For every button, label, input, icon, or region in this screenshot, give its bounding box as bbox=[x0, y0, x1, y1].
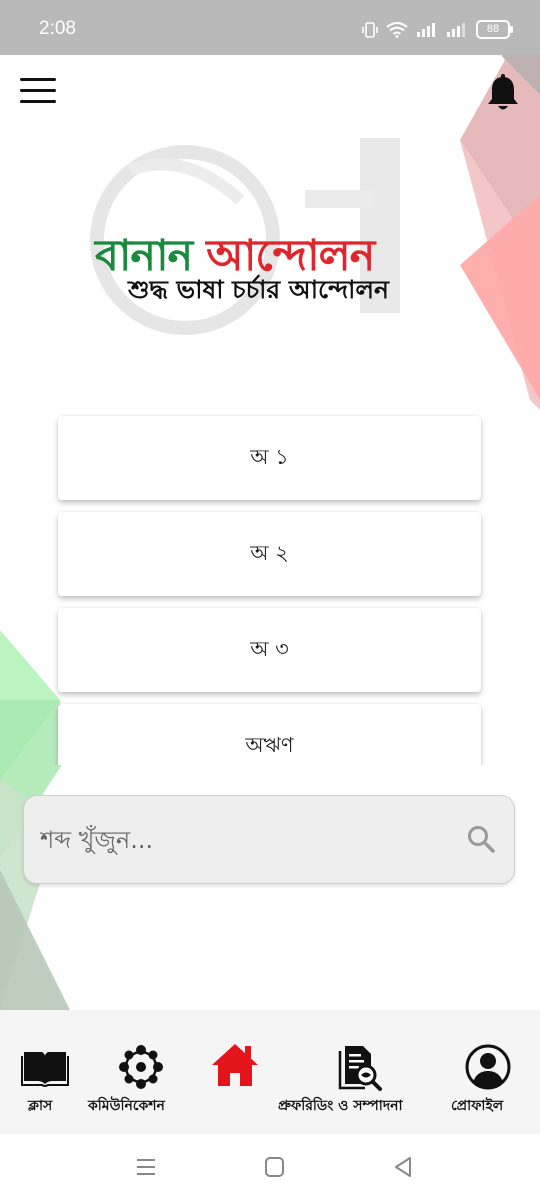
status-icons: 88 bbox=[362, 20, 513, 39]
list-item-label: অ ৩ bbox=[250, 636, 289, 661]
search-bar bbox=[23, 795, 515, 884]
system-navigation-bar bbox=[0, 1134, 540, 1200]
bell-icon[interactable] bbox=[485, 73, 521, 113]
hamburger-menu-icon[interactable] bbox=[20, 78, 56, 108]
back-icon[interactable] bbox=[390, 1154, 418, 1180]
nav-label: প্রোফাইল bbox=[451, 1098, 504, 1114]
book-icon bbox=[21, 1052, 69, 1087]
app-screen: 2:08 88 বানান আন্দোলন শুদ্ধ ভাষা চর্চার … bbox=[0, 0, 540, 1200]
word-list: অ ১ অ ২ অ ৩ অঋণ bbox=[0, 0, 540, 765]
list-item-label: অঋণ bbox=[245, 732, 294, 757]
vibrate-icon bbox=[362, 21, 378, 38]
profile-icon bbox=[465, 1044, 511, 1090]
list-item-label: অ ২ bbox=[250, 540, 289, 565]
list-item[interactable]: অঋণ bbox=[58, 704, 481, 765]
recent-apps-icon[interactable] bbox=[132, 1154, 160, 1180]
status-time: 2:08 bbox=[39, 18, 76, 39]
nav-label: কমিউনিকেশন bbox=[88, 1098, 165, 1114]
network-icon bbox=[119, 1045, 163, 1089]
nav-item-proofreading[interactable]: প্রুফরিডিং ও সম্পাদনা bbox=[278, 1010, 438, 1134]
home-button-icon[interactable] bbox=[261, 1154, 289, 1180]
list-item[interactable]: অ ২ bbox=[58, 512, 481, 596]
nav-item-profile[interactable]: প্রোফাইল bbox=[445, 1010, 540, 1134]
signal-icon bbox=[417, 22, 435, 37]
nav-item-home[interactable] bbox=[200, 1010, 270, 1134]
bottom-navigation: ক্লাস কমিউনিকেশন প্রুফরিডিং ও সম্পাদনা প… bbox=[0, 1010, 540, 1134]
status-bar: 2:08 88 bbox=[0, 0, 540, 55]
wifi-icon bbox=[386, 21, 408, 38]
nav-label: ক্লাস bbox=[28, 1098, 53, 1114]
list-item[interactable]: অ ৩ bbox=[58, 608, 481, 692]
list-item[interactable]: অ ১ bbox=[58, 416, 481, 500]
battery-icon: 88 bbox=[476, 20, 513, 39]
search-icon[interactable] bbox=[466, 824, 496, 854]
nav-item-communication[interactable]: কমিউনিকেশন bbox=[88, 1010, 198, 1134]
document-search-icon bbox=[338, 1046, 382, 1091]
list-item-label: অ ১ bbox=[250, 444, 289, 469]
home-icon bbox=[212, 1044, 258, 1086]
nav-label: প্রুফরিডিং ও সম্পাদনা bbox=[278, 1098, 403, 1114]
nav-item-class[interactable]: ক্লাস bbox=[0, 1010, 90, 1134]
search-input[interactable] bbox=[38, 814, 442, 866]
signal-icon bbox=[447, 22, 465, 37]
